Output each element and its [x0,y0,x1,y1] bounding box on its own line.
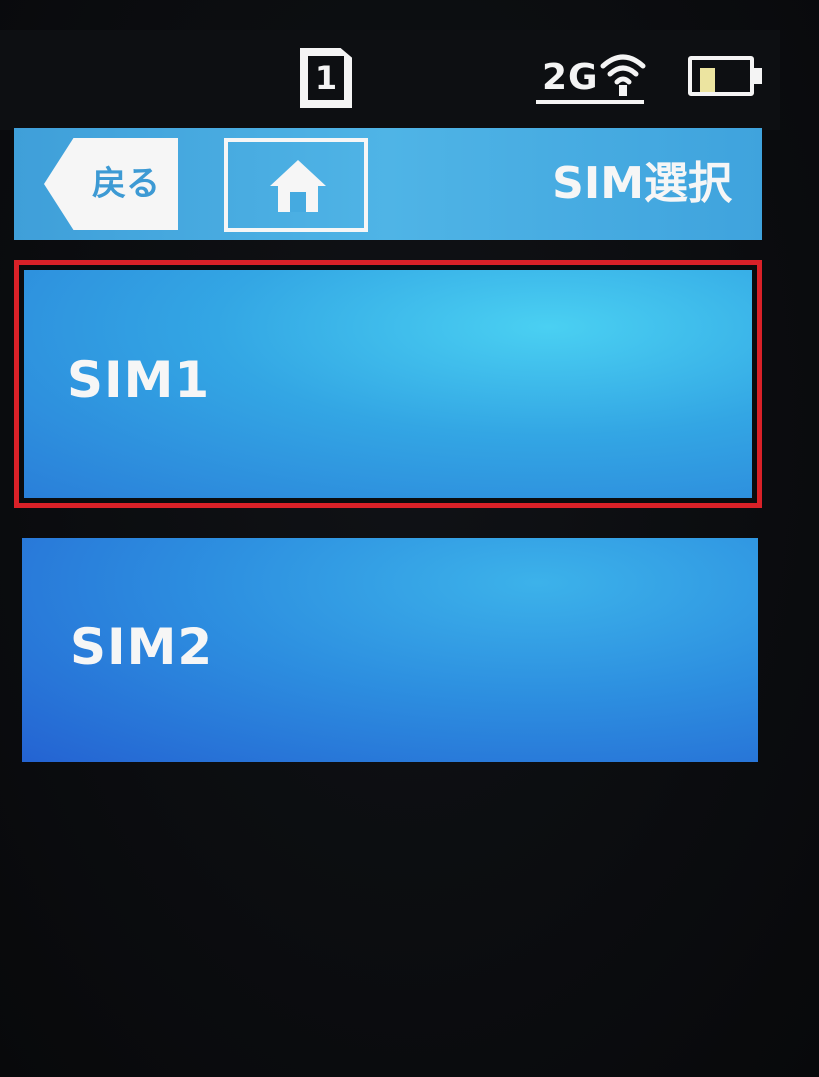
sim-slot-number: 1 [308,56,344,100]
wifi-signal-icon [600,54,646,96]
network-underline [536,100,644,104]
header-bar: 戻る SIM選択 [14,128,762,240]
sim1-option[interactable]: SIM1 [14,260,762,508]
page-title: SIM選択 [552,158,732,209]
battery-icon [688,56,768,100]
back-button-label: 戻る [92,164,160,204]
network-type-label: 2G [542,57,599,98]
network-indicator: 2G [534,50,646,110]
device-screen: 1 2G 戻る SIM選択 SIM1 SIM2 [0,0,819,1077]
home-button[interactable] [224,138,368,232]
battery-tip [754,68,762,84]
sim-slot-indicator: 1 [300,48,352,108]
sim2-option[interactable]: SIM2 [22,538,758,762]
back-button[interactable]: 戻る [44,138,178,230]
battery-fill [700,68,715,92]
sim2-label: SIM2 [70,618,214,676]
battery-body [688,56,754,96]
status-bar [0,30,780,130]
home-icon [270,160,326,212]
sim1-label: SIM1 [67,351,211,409]
